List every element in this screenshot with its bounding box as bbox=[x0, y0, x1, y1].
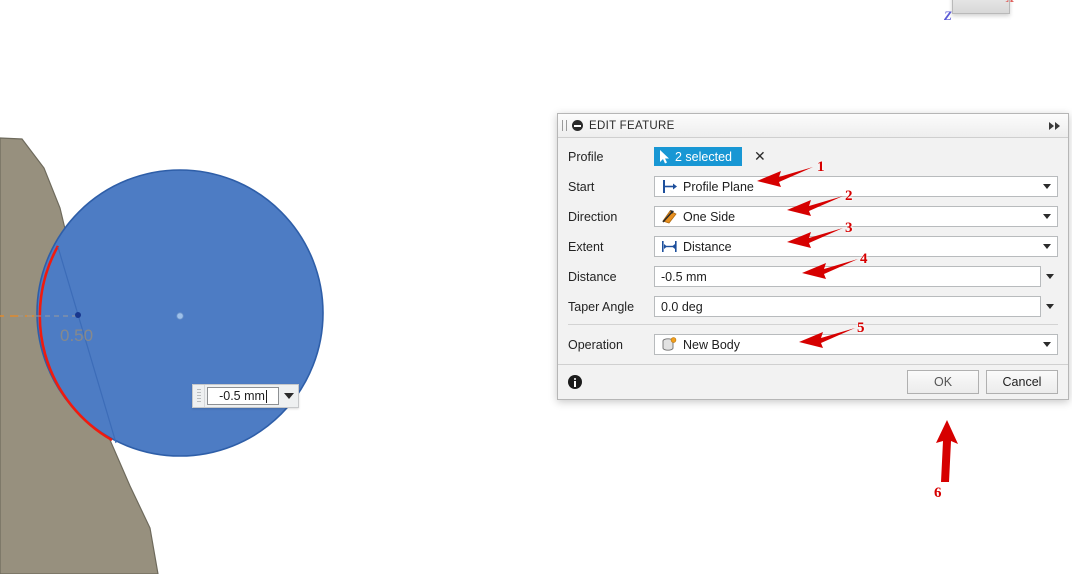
profile-plane-icon bbox=[661, 179, 678, 194]
chevron-down-icon bbox=[1042, 244, 1051, 249]
inline-distance-input-group[interactable]: -0.5 mm bbox=[192, 384, 299, 408]
operation-row: Operation New Body bbox=[568, 332, 1058, 357]
inline-distance-value: -0.5 mm bbox=[219, 389, 265, 403]
chevron-down-icon bbox=[1042, 342, 1051, 347]
start-dropdown-arrow[interactable] bbox=[1038, 184, 1055, 189]
sketch-point bbox=[75, 312, 81, 318]
taper-angle-dropdown-arrow[interactable] bbox=[1041, 304, 1058, 309]
extent-dropdown[interactable]: Distance bbox=[654, 236, 1058, 257]
operation-label: Operation bbox=[568, 337, 623, 352]
distance-value: -0.5 mm bbox=[661, 269, 707, 284]
drag-grip-icon[interactable] bbox=[193, 385, 205, 407]
distance-input[interactable]: -0.5 mm bbox=[654, 266, 1041, 287]
viewcube-face[interactable] bbox=[952, 0, 1010, 14]
direction-row: Direction One Side bbox=[568, 204, 1058, 229]
info-icon[interactable] bbox=[568, 375, 582, 389]
z-axis-label: Z bbox=[944, 8, 952, 23]
section-divider bbox=[568, 324, 1058, 325]
profile-label: Profile bbox=[568, 149, 604, 164]
dimension-value-text: 0.50 bbox=[60, 326, 93, 345]
inline-distance-input[interactable]: -0.5 mm bbox=[207, 387, 279, 405]
operation-dropdown-arrow[interactable] bbox=[1038, 342, 1055, 347]
edit-feature-dialog[interactable]: EDIT FEATURE Profile 2 selected ✕ Start … bbox=[557, 113, 1069, 400]
taper-angle-row: Taper Angle 0.0 deg bbox=[568, 294, 1058, 319]
distance-label: Distance bbox=[568, 269, 617, 284]
dialog-footer: OK Cancel bbox=[558, 364, 1068, 399]
extent-label: Extent bbox=[568, 239, 604, 254]
start-label: Start bbox=[568, 179, 595, 194]
distance-row: Distance -0.5 mm bbox=[568, 264, 1058, 289]
clear-selection-button[interactable]: ✕ bbox=[754, 150, 766, 164]
distance-icon bbox=[661, 239, 678, 254]
direction-label: Direction bbox=[568, 209, 618, 224]
app-window: 0.50 Z X -0.5 mm EDIT FEATURE bbox=[0, 0, 1072, 574]
new-body-icon bbox=[661, 337, 678, 352]
operation-value: New Body bbox=[683, 337, 740, 352]
start-value: Profile Plane bbox=[683, 179, 754, 194]
chevron-down-icon bbox=[1042, 184, 1051, 189]
direction-value: One Side bbox=[683, 209, 736, 224]
profile-row: Profile 2 selected ✕ bbox=[568, 144, 1058, 169]
extent-value: Distance bbox=[683, 239, 732, 254]
collapse-circle-icon[interactable] bbox=[572, 120, 583, 131]
extent-row: Extent Distance bbox=[568, 234, 1058, 259]
dialog-title: EDIT FEATURE bbox=[589, 119, 675, 132]
extent-dropdown-arrow[interactable] bbox=[1038, 244, 1055, 249]
direction-dropdown[interactable]: One Side bbox=[654, 206, 1058, 227]
text-caret bbox=[265, 389, 267, 403]
taper-angle-value: 0.0 deg bbox=[661, 299, 703, 314]
cancel-button[interactable]: Cancel bbox=[986, 370, 1058, 394]
one-side-icon bbox=[661, 209, 678, 224]
x-axis-label: X bbox=[1006, 0, 1015, 6]
inline-distance-dropdown-button[interactable] bbox=[279, 385, 298, 407]
dialog-grip-icon[interactable] bbox=[562, 120, 567, 131]
viewcube[interactable]: Z X bbox=[944, 0, 1015, 30]
start-dropdown[interactable]: Profile Plane bbox=[654, 176, 1058, 197]
profile-selection-count: 2 selected bbox=[675, 149, 732, 164]
chevron-down-icon bbox=[1045, 274, 1054, 279]
direction-dropdown-arrow[interactable] bbox=[1038, 214, 1055, 219]
distance-dropdown-arrow[interactable] bbox=[1041, 274, 1058, 279]
ok-button[interactable]: OK bbox=[907, 370, 979, 394]
start-row: Start Profile Plane bbox=[568, 174, 1058, 199]
chevron-down-icon bbox=[283, 393, 294, 399]
dialog-body: Profile 2 selected ✕ Start Profile Plane… bbox=[558, 138, 1068, 364]
profile-selection-badge[interactable]: 2 selected bbox=[654, 147, 742, 166]
taper-angle-label: Taper Angle bbox=[568, 299, 635, 314]
taper-angle-input[interactable]: 0.0 deg bbox=[654, 296, 1041, 317]
chevron-down-icon bbox=[1042, 214, 1051, 219]
dialog-header[interactable]: EDIT FEATURE bbox=[558, 114, 1068, 138]
cursor-arrow-icon bbox=[660, 149, 669, 163]
chevron-down-icon bbox=[1045, 304, 1054, 309]
circle-center-point bbox=[176, 312, 184, 320]
operation-dropdown[interactable]: New Body bbox=[654, 334, 1058, 355]
double-chevron-right-icon[interactable] bbox=[1047, 120, 1062, 132]
